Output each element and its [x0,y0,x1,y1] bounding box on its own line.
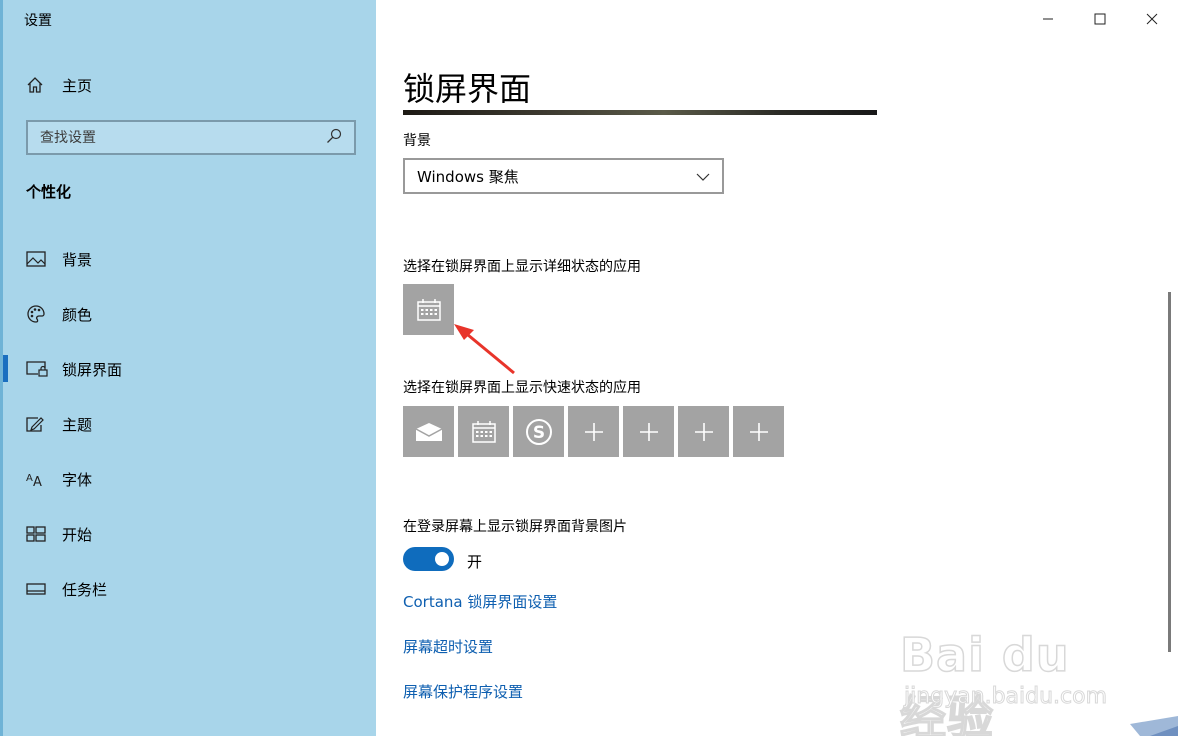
detailed-status-label: 选择在锁屏界面上显示详细状态的应用 [403,259,641,275]
add-icon [749,422,768,441]
corner-decoration [1130,716,1178,736]
maximize-icon [1094,13,1106,25]
maximize-button[interactable] [1074,0,1126,38]
background-preview-strip [403,110,877,115]
nav-home[interactable]: 主页 [26,72,92,98]
window-controls [1022,0,1178,38]
font-icon: AA [26,471,48,487]
background-dropdown[interactable]: Windows 聚焦 [403,158,724,194]
sidebar-item-label: 开始 [62,525,93,544]
watermark-logo: Bai du 经验 [899,627,1070,736]
annotation-arrow-icon [454,324,515,375]
sidebar-item-taskbar[interactable]: 任务栏 [26,575,107,603]
calendar-icon [471,420,496,443]
screen-timeout-link[interactable]: 屏幕超时设置 [403,636,493,657]
quick-status-add-tile[interactable] [568,406,619,457]
scrollbar[interactable] [1168,292,1171,652]
svg-text:A: A [33,475,42,487]
background-label: 背景 [403,133,431,149]
palette-icon [26,304,48,324]
quick-status-add-tile[interactable] [623,406,674,457]
sidebar-item-label: 锁屏界面 [62,360,123,379]
close-button[interactable] [1126,0,1178,38]
theme-icon [26,415,48,433]
search-icon[interactable] [326,128,342,148]
baidu-watermark: Bai du 经验 jingyan.baidu.com [899,606,1130,736]
sidebar-item-fonts[interactable]: AA 字体 [26,465,92,493]
svg-text:S: S [532,423,544,443]
start-icon [26,525,48,543]
nav-home-label: 主页 [62,76,93,95]
sidebar-item-label: 字体 [62,470,93,489]
svg-text:A: A [26,473,33,484]
sidebar-item-lock-screen[interactable]: 锁屏界面 [26,355,122,383]
quick-status-calendar-tile[interactable] [458,406,509,457]
sidebar-item-label: 主题 [62,415,93,434]
image-icon [26,251,48,267]
add-icon [584,422,603,441]
sidebar-item-label: 背景 [62,250,93,269]
quick-status-add-tile[interactable] [733,406,784,457]
calendar-icon [416,298,441,321]
cortana-lock-screen-link[interactable]: Cortana 锁屏界面设置 [403,591,557,612]
minimize-button[interactable] [1022,0,1074,38]
watermark-url: jingyan.baidu.com [903,684,1108,710]
section-title: 个性化 [26,183,72,201]
sidebar: 设置 主页 个性化 背景 颜色 [0,0,376,736]
background-dropdown-value: Windows 聚焦 [417,167,519,186]
sidebar-item-themes[interactable]: 主题 [26,410,92,438]
search-input[interactable] [40,129,300,146]
skype-icon: S [525,418,552,445]
sidebar-item-label: 任务栏 [62,580,108,599]
toggle-knob [435,552,449,566]
detailed-status-app-tile[interactable] [403,284,454,335]
search-box[interactable] [26,120,356,155]
quick-status-add-tile[interactable] [678,406,729,457]
active-indicator [3,355,8,382]
quick-status-mail-tile[interactable] [403,406,454,457]
settings-window: 设置 主页 个性化 背景 颜色 [0,0,1178,736]
chevron-down-icon [696,167,710,185]
toggle-state-label: 开 [467,553,483,571]
sidebar-item-label: 颜色 [62,305,93,324]
home-icon [26,76,48,94]
sidebar-item-start[interactable]: 开始 [26,520,92,548]
quick-status-label: 选择在锁屏界面上显示快速状态的应用 [403,380,641,396]
page-title: 锁屏界面 [403,70,532,108]
screen-saver-link[interactable]: 屏幕保护程序设置 [403,681,523,702]
mail-icon [415,422,442,441]
taskbar-icon [26,582,48,596]
add-icon [694,422,713,441]
signin-background-toggle[interactable] [403,547,454,571]
app-title: 设置 [24,13,52,29]
sidebar-item-colors[interactable]: 颜色 [26,300,92,328]
quick-status-skype-tile[interactable]: S [513,406,564,457]
minimize-icon [1043,18,1053,20]
sidebar-item-background[interactable]: 背景 [26,245,92,273]
add-icon [639,422,658,441]
close-icon [1146,13,1158,25]
lock-screen-icon [26,360,48,378]
signin-background-label: 在登录屏幕上显示锁屏界面背景图片 [403,519,627,535]
